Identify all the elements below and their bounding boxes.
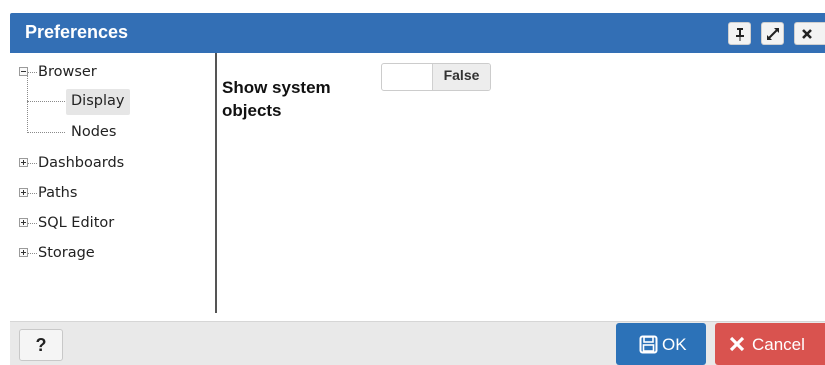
tree-item-paths[interactable]: Paths bbox=[38, 184, 77, 202]
dialog-title: Preferences bbox=[25, 22, 129, 42]
expand-icon[interactable] bbox=[19, 158, 28, 167]
cancel-icon bbox=[729, 336, 745, 352]
tree-item-browser[interactable]: Browser bbox=[38, 63, 97, 81]
expand-icon[interactable] bbox=[19, 218, 28, 227]
show-system-objects-label: Show system objects bbox=[222, 78, 331, 120]
expand-icon[interactable] bbox=[19, 248, 28, 257]
tree-item-storage[interactable]: Storage bbox=[38, 244, 95, 262]
save-icon bbox=[639, 335, 658, 354]
pin-button[interactable] bbox=[728, 22, 751, 45]
ok-button[interactable]: OK bbox=[616, 323, 706, 365]
maximize-icon bbox=[767, 28, 779, 40]
tree-item-sql-editor[interactable]: SQL Editor bbox=[38, 214, 114, 232]
dialog-footer: ? OK Cancel bbox=[10, 321, 825, 365]
tree-connector bbox=[27, 132, 65, 133]
dialog-titlebar[interactable]: Preferences bbox=[10, 13, 825, 53]
show-system-objects-toggle[interactable]: False bbox=[381, 63, 491, 91]
preferences-tree: Browser Display Nodes Dashboards Paths S… bbox=[10, 53, 215, 313]
ok-button-label: OK bbox=[662, 335, 687, 354]
preferences-tree-pane: Browser Display Nodes Dashboards Paths S… bbox=[10, 53, 217, 313]
dialog-body: Browser Display Nodes Dashboards Paths S… bbox=[10, 53, 825, 321]
tree-item-nodes[interactable]: Nodes bbox=[71, 123, 116, 141]
tree-connector bbox=[27, 76, 28, 133]
toggle-value-text: False bbox=[432, 64, 490, 90]
close-button[interactable] bbox=[794, 22, 825, 45]
tree-connector bbox=[27, 101, 65, 102]
close-icon bbox=[802, 29, 812, 39]
cancel-button[interactable]: Cancel bbox=[715, 323, 825, 365]
tree-item-display[interactable]: Display bbox=[71, 92, 124, 110]
help-button[interactable]: ? bbox=[19, 329, 63, 361]
tree-item-dashboards[interactable]: Dashboards bbox=[38, 154, 124, 172]
preferences-dialog: Preferences Browser Display Nodes Dashbo… bbox=[0, 0, 825, 365]
pin-icon bbox=[736, 28, 744, 41]
expand-icon[interactable] bbox=[19, 188, 28, 197]
cancel-button-label: Cancel bbox=[752, 335, 805, 354]
maximize-button[interactable] bbox=[761, 22, 784, 45]
collapse-icon[interactable] bbox=[19, 67, 28, 76]
